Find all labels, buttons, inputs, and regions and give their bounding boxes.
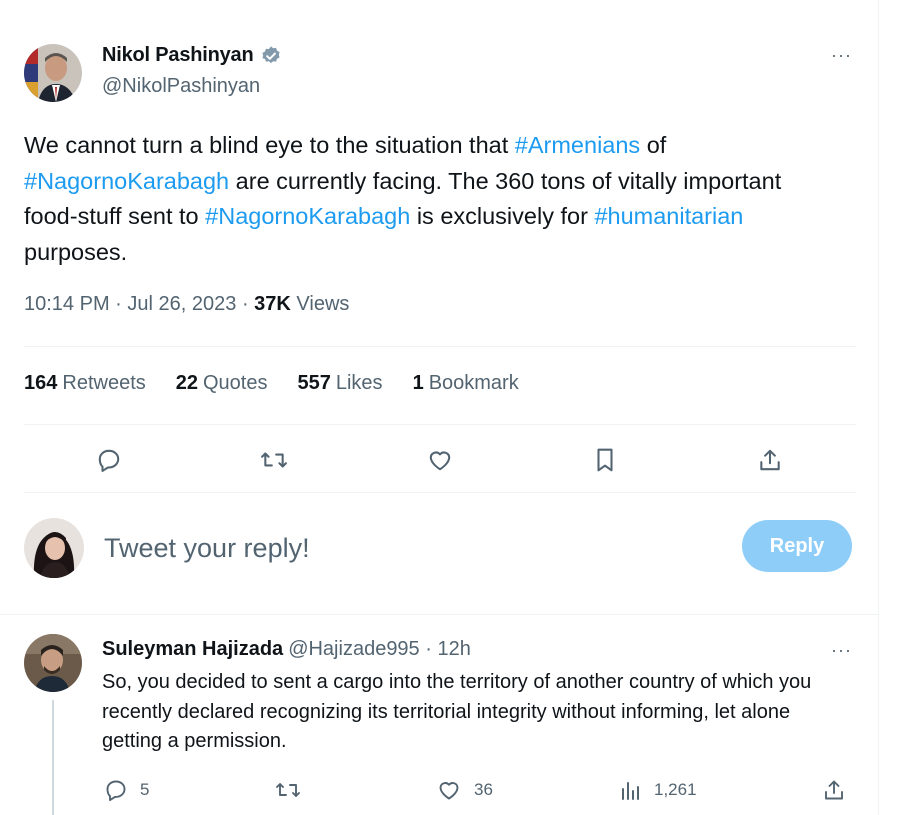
bookmark-icon[interactable] <box>585 440 625 480</box>
views-label: Views <box>296 293 350 315</box>
reply-likes-count: 36 <box>474 780 493 799</box>
reply-retweet-button[interactable] <box>274 770 314 810</box>
author-handle[interactable]: @NikolPashinyan <box>102 75 260 98</box>
tweet-text: We cannot turn a blind eye to the situat… <box>24 128 824 270</box>
tweet-time[interactable]: 10:14 PM <box>24 293 110 315</box>
like-icon[interactable] <box>420 440 460 480</box>
reply-button[interactable]: Reply <box>742 520 852 572</box>
reply-age[interactable]: 12h <box>437 638 470 660</box>
share-icon <box>825 780 843 800</box>
reply-views-count: 1,261 <box>654 780 697 799</box>
verified-badge-icon[interactable] <box>260 45 282 67</box>
more-options-icon[interactable]: ··· <box>831 45 852 66</box>
author-name[interactable]: Nikol Pashinyan <box>102 44 282 67</box>
reply-reply-button[interactable]: 5 <box>104 770 149 810</box>
reply-author-name[interactable]: Suleyman Hajizada <box>102 638 283 660</box>
tweet-metadata: 10:14 PM · Jul 26, 2023 · 37K Views <box>24 293 349 316</box>
author-display-name[interactable]: Nikol Pashinyan <box>102 44 254 67</box>
retweets-stat[interactable]: 164 Retweets <box>24 372 146 395</box>
divider <box>24 346 856 347</box>
like-icon <box>439 782 459 800</box>
quotes-count: 22 <box>175 372 198 394</box>
retweet-icon[interactable] <box>254 440 294 480</box>
quotes-label: Quotes <box>203 372 268 394</box>
bookmarks-stat[interactable]: 1 Bookmark <box>413 372 519 395</box>
tweet-text-segment: We cannot turn a blind eye to the situat… <box>24 132 515 158</box>
current-user-avatar[interactable] <box>24 518 84 578</box>
tweet-date[interactable]: Jul 26, 2023 <box>127 293 236 315</box>
hashtag-link[interactable]: #NagornoKarabagh <box>205 203 410 229</box>
divider <box>24 424 856 425</box>
share-icon[interactable] <box>750 440 790 480</box>
tweet-action-bar <box>0 440 878 480</box>
bookmarks-count: 1 <box>412 372 424 394</box>
reply-like-button[interactable]: 36 <box>436 770 493 810</box>
likes-count: 557 <box>297 372 331 394</box>
views-icon <box>622 782 639 800</box>
divider <box>0 614 878 615</box>
engagement-stats: 164 Retweets 22 Quotes 557 Likes 1 Bookmark <box>24 372 519 395</box>
reply-replies-count: 5 <box>140 780 150 799</box>
reply-icon <box>106 780 126 802</box>
reply-text: So, you decided to sent a cargo into the… <box>102 671 812 752</box>
reply-icon[interactable] <box>89 440 129 480</box>
quotes-stat[interactable]: 22 Quotes <box>176 372 268 395</box>
likes-label: Likes <box>335 372 383 394</box>
reply-author-avatar[interactable] <box>24 634 82 692</box>
hashtag-link[interactable]: #Armenians <box>515 132 640 158</box>
hashtag-link[interactable]: #humanitarian <box>594 203 743 229</box>
reply-views-button[interactable]: 1,261 <box>620 770 697 810</box>
reply-separator: · <box>425 638 432 660</box>
likes-stat[interactable]: 557 Likes <box>297 372 382 395</box>
tweet-detail-panel: Nikol Pashinyan @NikolPashinyan ··· We c… <box>0 0 879 815</box>
reply-input[interactable] <box>104 526 704 570</box>
hashtag-link[interactable]: #NagornoKarabagh <box>24 168 229 194</box>
reply-header: Suleyman Hajizada @Hajizade995 · 12h <box>102 638 471 661</box>
reply-author-handle[interactable]: @Hajizade995 <box>288 638 420 660</box>
retweets-label: Retweets <box>62 372 146 394</box>
tweet-text-segment: of <box>640 132 667 158</box>
divider <box>24 492 856 493</box>
tweet-text-segment: purposes. <box>24 238 128 265</box>
retweet-icon <box>276 783 300 797</box>
bookmarks-label: Bookmark <box>428 372 519 394</box>
meta-separator: · <box>115 293 128 315</box>
views-count: 37K <box>254 293 291 315</box>
tweet-text-segment: is exclusively for <box>410 203 595 229</box>
meta-separator: · <box>241 293 255 315</box>
reply-share-button[interactable] <box>822 770 846 810</box>
reply-more-options-icon[interactable]: ··· <box>831 640 852 661</box>
retweets-count: 164 <box>24 372 58 394</box>
author-avatar[interactable] <box>24 44 82 102</box>
reply-action-bar: 5 36 1,261 <box>0 770 878 810</box>
